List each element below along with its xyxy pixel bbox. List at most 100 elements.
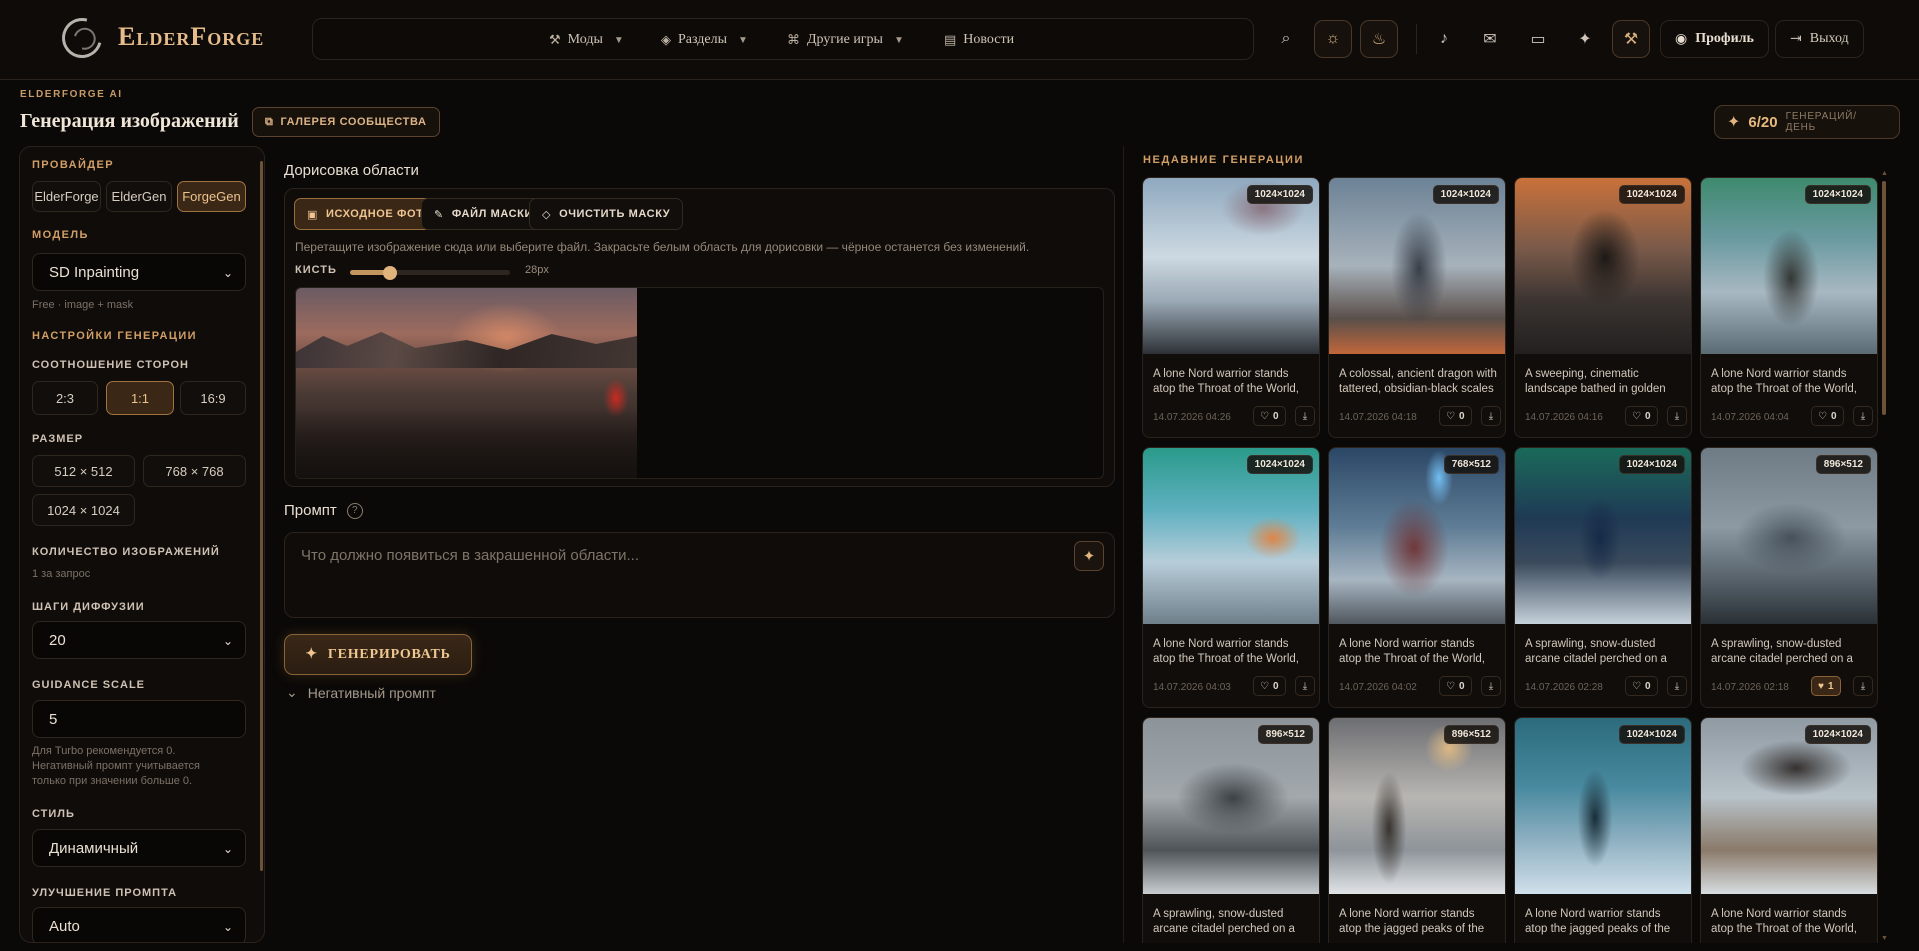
brush-size-slider[interactable]	[350, 266, 510, 280]
community-gallery-button[interactable]: ⧉ ГАЛЕРЕЯ СООБЩЕСТВА	[252, 107, 440, 137]
download-button[interactable]: ⤓	[1667, 676, 1687, 696]
generation-thumbnail[interactable]	[1515, 178, 1691, 354]
download-button[interactable]: ⤓	[1481, 676, 1501, 696]
generation-thumbnail[interactable]	[1329, 178, 1505, 354]
like-button[interactable]: ♥ 1	[1811, 676, 1841, 696]
page-eyebrow: ELDERFORGE AI	[20, 89, 123, 100]
brand-name[interactable]: ElderForge	[118, 22, 264, 52]
generation-thumbnail[interactable]	[1701, 448, 1877, 624]
gallery-scrollbar[interactable]	[1882, 181, 1886, 415]
sparkles-icon: ✦	[305, 647, 318, 662]
search-button[interactable]: ⌕	[1267, 20, 1305, 58]
generation-thumbnail[interactable]	[1701, 178, 1877, 354]
logout-label: Выход	[1809, 31, 1849, 46]
mask-canvas[interactable]	[295, 287, 1104, 479]
image-count-hint: 1 за запрос	[32, 568, 91, 580]
quota-unit: ГЕНЕРАЦИЙ/ДЕНЬ	[1785, 111, 1857, 133]
download-button[interactable]: ⤓	[1667, 406, 1687, 426]
generation-thumbnail[interactable]	[1515, 448, 1691, 624]
like-count: 1	[1827, 680, 1834, 692]
generation-date: 14.07.2026 04:18	[1339, 412, 1417, 423]
download-button[interactable]: ⤓	[1853, 406, 1873, 426]
scroll-down-arrow[interactable]: ▼	[1881, 935, 1888, 942]
nav-item-sections[interactable]: ◈ Разделы ▼	[661, 19, 748, 61]
sidebar-scrollbar[interactable]	[260, 153, 263, 877]
size-chip-512[interactable]: 512 × 512	[32, 455, 135, 487]
diffusion-steps-select[interactable]: 20 ⌄	[32, 621, 246, 659]
generation-thumbnail[interactable]	[1143, 718, 1319, 894]
generation-card[interactable]: 1024×1024 A lone Nord warrior stands atop…	[1514, 717, 1692, 943]
prompt-enhance-select[interactable]: Auto ⌄	[32, 907, 246, 942]
negative-prompt-toggle[interactable]: ⌄ Негативный промпт	[286, 684, 436, 701]
generation-card[interactable]: 896×512 A lone Nord warrior stands atop t…	[1328, 717, 1506, 943]
hammer-icon: ⚒	[549, 32, 561, 47]
download-icon: ⤓	[1302, 410, 1308, 422]
like-button[interactable]: ♡ 0	[1625, 406, 1658, 426]
notifications-button[interactable]: ♪	[1425, 20, 1463, 58]
generation-card[interactable]: 1024×1024 A sprawling, snow-dusted arcane…	[1514, 447, 1692, 708]
download-button[interactable]: ⤓	[1295, 406, 1315, 426]
generation-thumbnail[interactable]	[1143, 448, 1319, 624]
generation-card[interactable]: 896×512 A sprawling, snow-dusted arcane c…	[1700, 447, 1878, 708]
size-chip-768[interactable]: 768 × 768	[143, 455, 246, 487]
generate-button[interactable]: ✦ ГЕНЕРИРОВАТЬ	[284, 634, 472, 675]
like-button[interactable]: ♡ 0	[1253, 676, 1286, 696]
generation-thumbnail[interactable]	[1329, 448, 1505, 624]
generation-card[interactable]: 1024×1024 A lone Nord warrior stands atop…	[1700, 717, 1878, 943]
provider-chip-eldergen[interactable]: ElderGen	[106, 181, 172, 212]
aspect-chip-16-9[interactable]: 16:9	[180, 381, 246, 415]
download-button[interactable]: ⤓	[1481, 406, 1501, 426]
nav-item-other-games[interactable]: ⌘ Другие игры ▼	[787, 19, 904, 61]
provider-chip-forgegen[interactable]: ForgeGen	[177, 181, 246, 212]
generation-card[interactable]: 1024×1024 A lone Nord warrior stands atop…	[1142, 177, 1320, 438]
download-button[interactable]: ⤓	[1295, 676, 1315, 696]
provider-chip-elderforge[interactable]: ElderForge	[32, 181, 101, 212]
nav-item-mods[interactable]: ⚒ Моды ▼	[549, 19, 624, 61]
mask-file-button[interactable]: ✎ ФАЙЛ МАСКИ	[421, 198, 546, 230]
logo-icon[interactable]	[54, 10, 110, 66]
brush-label: КИСТЬ	[295, 264, 337, 276]
style-select[interactable]: Динамичный ⌄	[32, 829, 246, 867]
generation-thumbnail[interactable]	[1515, 718, 1691, 894]
like-button[interactable]: ♡ 0	[1439, 406, 1472, 426]
brush-slider-handle[interactable]	[383, 266, 397, 280]
clear-mask-button[interactable]: ◇ ОЧИСТИТЬ МАСКУ	[529, 198, 684, 230]
guidance-input[interactable]: 5	[32, 700, 246, 738]
messages-button[interactable]: ✉	[1471, 20, 1509, 58]
ai-button[interactable]: ✦	[1566, 20, 1604, 58]
heart-icon: ♡	[1446, 410, 1455, 422]
generation-card[interactable]: 1024×1024 A sweeping, cinematic landscape…	[1514, 177, 1692, 438]
aspect-chip-1-1[interactable]: 1:1	[106, 381, 174, 415]
download-button[interactable]: ⤓	[1853, 676, 1873, 696]
download-icon: ⤓	[1488, 410, 1494, 422]
scroll-up-arrow[interactable]: ▲	[1881, 170, 1888, 177]
nav-item-news[interactable]: ▤ Новости	[944, 19, 1014, 61]
like-button[interactable]: ♡ 0	[1253, 406, 1286, 426]
generation-card[interactable]: 1024×1024 A colossal, ancient dragon with…	[1328, 177, 1506, 438]
generation-card[interactable]: 896×512 A sprawling, snow-dusted arcane c…	[1142, 717, 1320, 943]
scrollbar-thumb[interactable]	[260, 161, 263, 871]
generation-date: 14.07.2026 04:03	[1153, 682, 1231, 693]
model-select[interactable]: SD Inpainting ⌄	[32, 253, 246, 291]
prompt-placeholder: Что должно появиться в закрашенной облас…	[301, 547, 640, 564]
forge-button[interactable]: ⚒	[1612, 20, 1650, 58]
size-chip-1024[interactable]: 1024 × 1024	[32, 494, 135, 526]
prompt-input[interactable]: Что должно появиться в закрашенной облас…	[284, 532, 1115, 618]
like-button[interactable]: ♡ 0	[1811, 406, 1844, 426]
generation-card[interactable]: 768×512 A lone Nord warrior stands atop t…	[1328, 447, 1506, 708]
generation-thumbnail[interactable]	[1701, 718, 1877, 894]
like-button[interactable]: ♡ 0	[1625, 676, 1658, 696]
video-button[interactable]: ▭	[1519, 20, 1557, 58]
logout-button[interactable]: ⇥ Выход	[1775, 20, 1864, 58]
enhance-prompt-button[interactable]: ✦	[1074, 541, 1104, 571]
theme-light-button[interactable]: ☼	[1314, 20, 1352, 58]
generation-thumbnail[interactable]	[1143, 178, 1319, 354]
like-button[interactable]: ♡ 0	[1439, 676, 1472, 696]
generation-card[interactable]: 1024×1024 A lone Nord warrior stands atop…	[1142, 447, 1320, 708]
profile-button[interactable]: ◉ Профиль	[1660, 20, 1769, 58]
aspect-chip-2-3[interactable]: 2:3	[32, 381, 98, 415]
help-icon[interactable]: ?	[346, 502, 363, 519]
generation-card[interactable]: 1024×1024 A lone Nord warrior stands atop…	[1700, 177, 1878, 438]
theme-flame-button[interactable]: ♨	[1360, 20, 1398, 58]
generation-thumbnail[interactable]	[1329, 718, 1505, 894]
